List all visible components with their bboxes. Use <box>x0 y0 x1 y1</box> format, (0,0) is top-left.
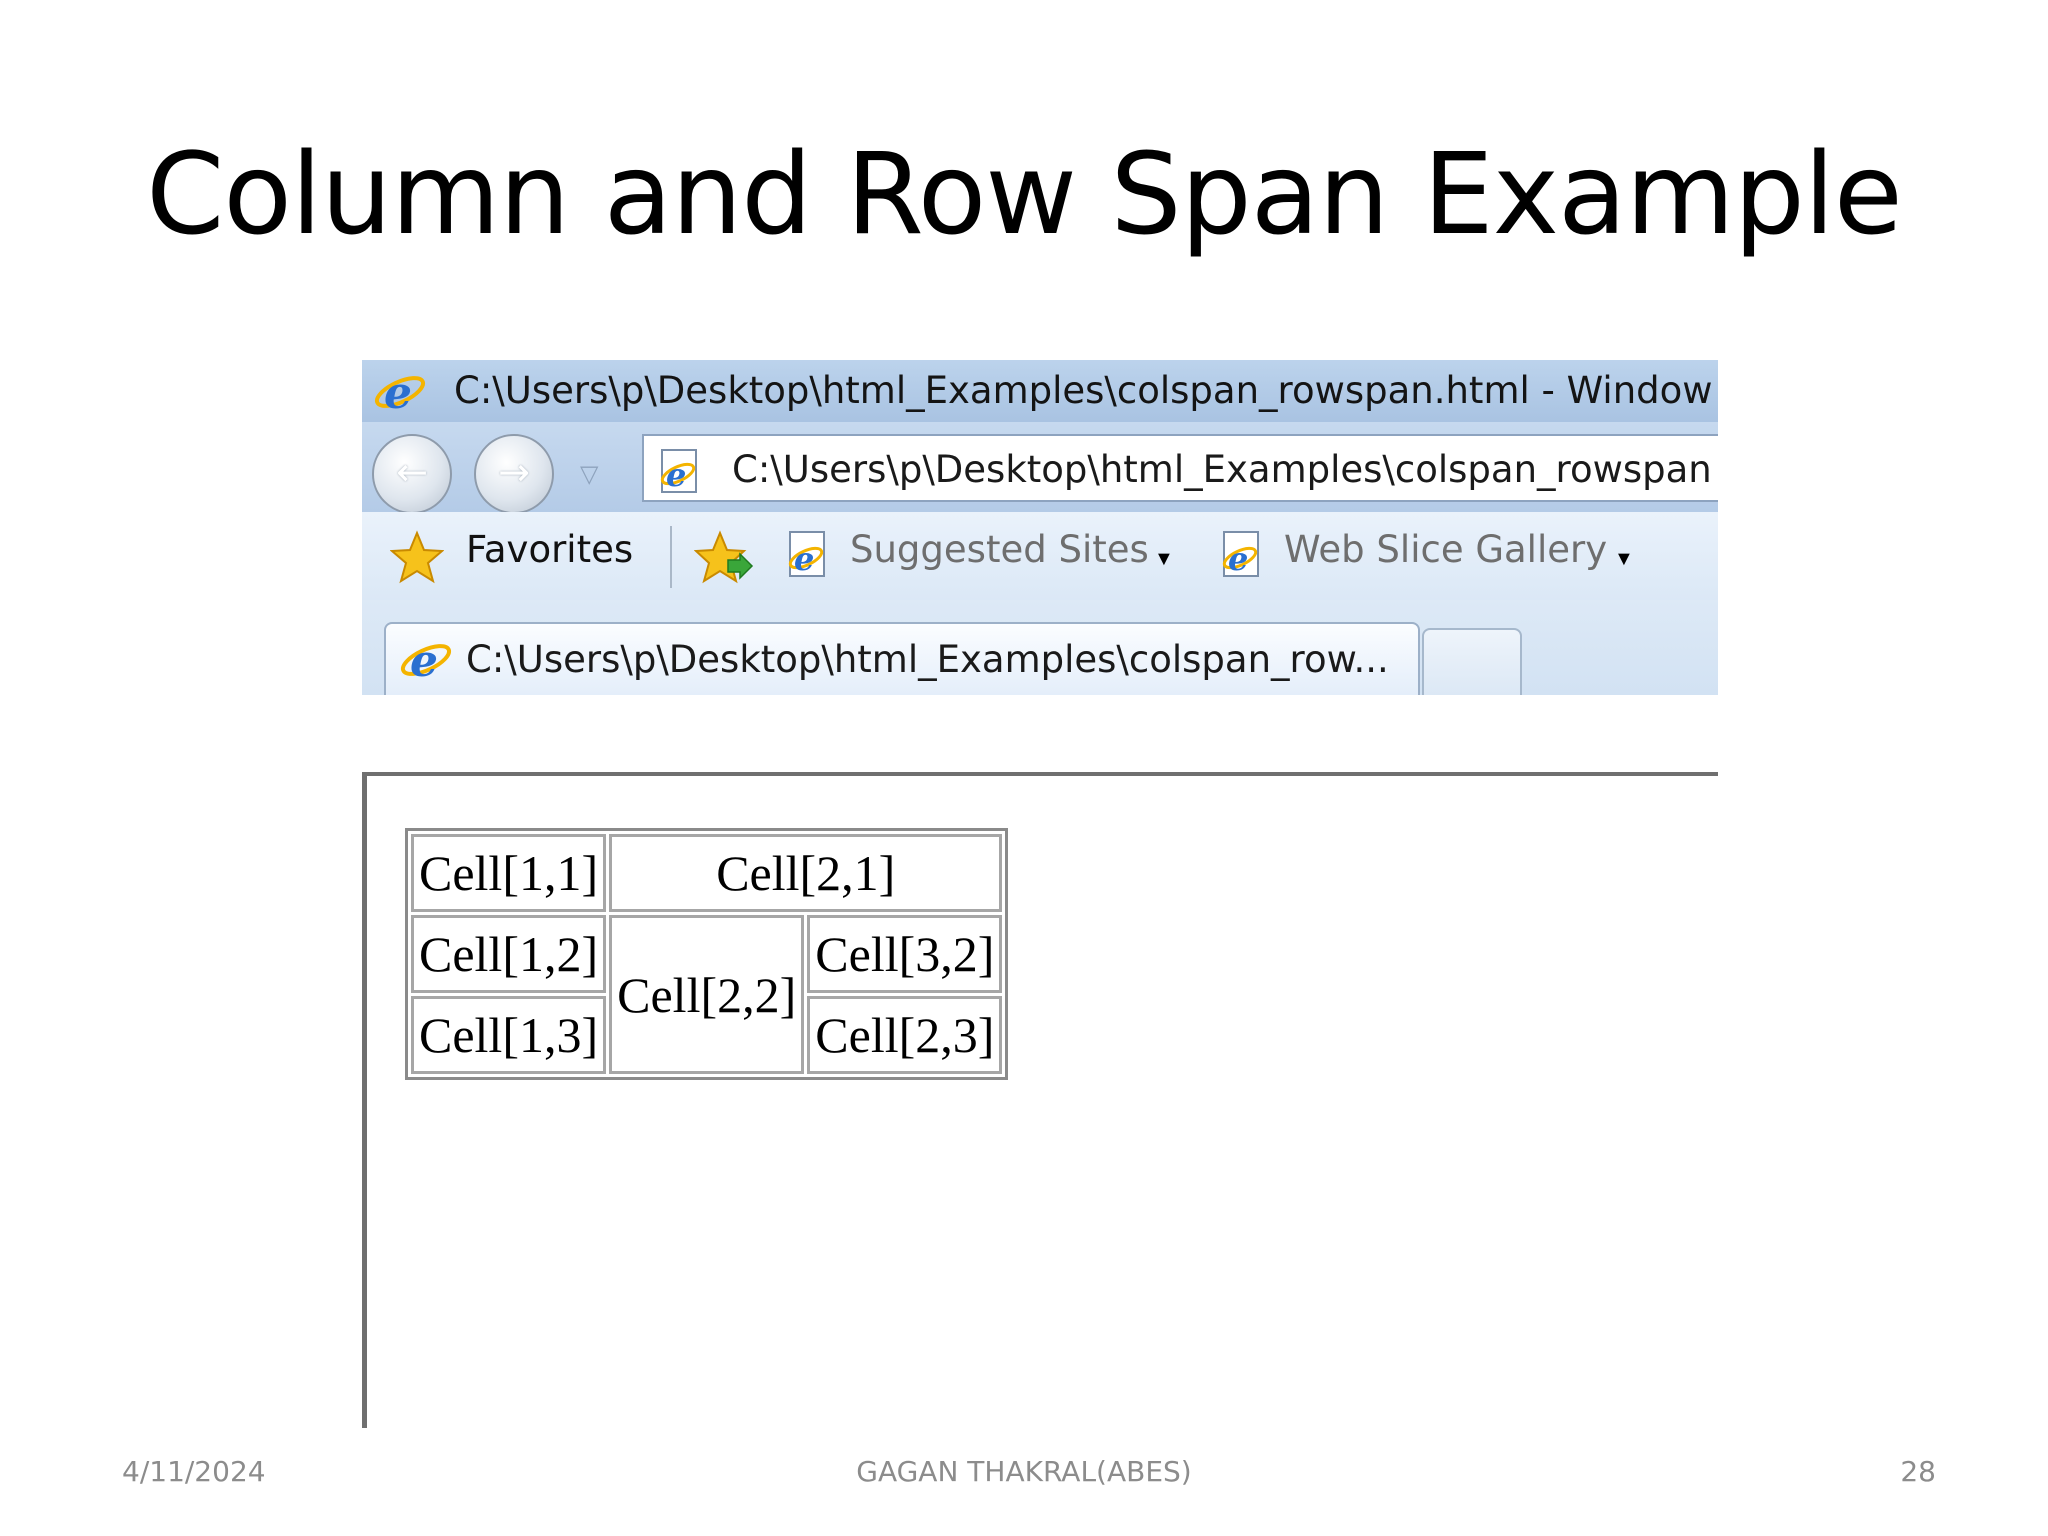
tab-ie-icon: e <box>398 634 454 686</box>
suggested-sites-icon: e <box>784 528 834 582</box>
table-row: Cell[1,1] Cell[2,1] <box>411 834 1003 912</box>
web-slice-gallery-button[interactable]: Web Slice Gallery <box>1284 528 1607 571</box>
table-cell-rowspan: Cell[2,2] <box>609 915 805 1074</box>
svg-text:e: e <box>384 368 412 418</box>
span-table: Cell[1,1] Cell[2,1] Cell[1,2] Cell[2,2] … <box>405 828 1009 1080</box>
window-titlebar: e C:\Users\p\Desktop\html_Examples\colsp… <box>362 360 1718 422</box>
tab-current-page[interactable]: e C:\Users\p\Desktop\html_Examples\colsp… <box>384 622 1420 695</box>
web-slice-dropdown-icon[interactable]: ▼ <box>1614 548 1634 571</box>
table-row: Cell[1,2] Cell[2,2] Cell[3,2] <box>411 915 1003 1074</box>
slide-title: Column and Row Span Example <box>146 130 1903 260</box>
star-icon <box>390 530 444 584</box>
table-cell: Cell[2,3] <box>807 996 1003 1074</box>
forward-button[interactable]: → <box>474 434 554 514</box>
table-cell: Cell[3,2] <box>807 915 1003 993</box>
favorites-divider <box>670 526 672 588</box>
navigation-bar: ← → ▽ e C:\Users\p\Desktop\html_Examples… <box>362 422 1718 514</box>
page-icon: e <box>656 446 706 496</box>
forward-arrow-icon: → <box>498 450 530 494</box>
browser-screenshot: e C:\Users\p\Desktop\html_Examples\colsp… <box>362 360 1718 1428</box>
favorites-bar: Favorites e Suggested Sites ▼ e Web Slic… <box>362 512 1718 600</box>
tab-bar: e C:\Users\p\Desktop\html_Examples\colsp… <box>362 600 1718 695</box>
address-bar[interactable]: e C:\Users\p\Desktop\html_Examples\colsp… <box>642 434 1718 502</box>
window-title: C:\Users\p\Desktop\html_Examples\colspan… <box>454 369 1713 412</box>
page-content: Cell[1,1] Cell[2,1] Cell[1,2] Cell[2,2] … <box>362 772 1718 1428</box>
history-dropdown-icon[interactable]: ▽ <box>580 460 598 488</box>
svg-text:e: e <box>794 540 814 578</box>
page-number: 28 <box>1900 1455 1936 1488</box>
svg-text:e: e <box>666 456 686 494</box>
table-cell-colspan: Cell[2,1] <box>609 834 1003 912</box>
svg-text:e: e <box>1228 540 1248 578</box>
web-slice-icon: e <box>1218 528 1268 582</box>
table-cell: Cell[1,3] <box>411 996 607 1074</box>
table-cell: Cell[1,2] <box>411 915 607 993</box>
favorites-button[interactable]: Favorites <box>466 528 633 571</box>
ie-logo-icon: e <box>372 366 428 418</box>
back-button[interactable]: ← <box>372 434 452 514</box>
footer-author: GAGAN THAKRAL(ABES) <box>856 1455 1192 1488</box>
table-cell: Cell[1,1] <box>411 834 607 912</box>
new-tab-button[interactable] <box>1422 628 1522 695</box>
suggested-sites-dropdown-icon[interactable]: ▼ <box>1154 548 1174 571</box>
back-arrow-icon: ← <box>396 450 428 494</box>
suggested-sites-button[interactable]: Suggested Sites <box>850 528 1149 571</box>
add-to-favorites-icon[interactable] <box>694 530 754 586</box>
svg-text:e: e <box>410 636 438 686</box>
tab-label: C:\Users\p\Desktop\html_Examples\colspan… <box>466 638 1389 681</box>
address-text: C:\Users\p\Desktop\html_Examples\colspan… <box>732 448 1712 491</box>
